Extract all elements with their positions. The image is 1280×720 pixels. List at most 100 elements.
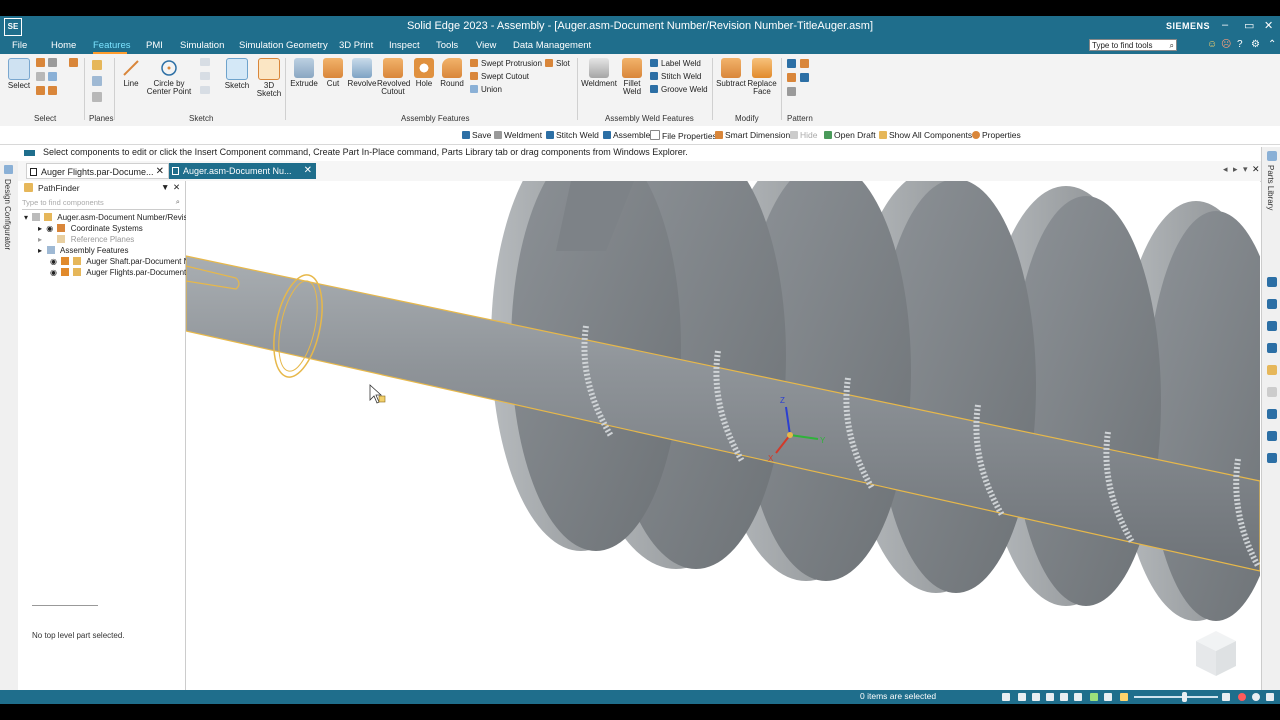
maximize-button[interactable]: ▭ [1244, 19, 1254, 32]
tool-icon-4[interactable] [1267, 343, 1277, 353]
tab-auger-asm[interactable]: Auger.asm-Document Nu... ✕ [169, 163, 316, 179]
tool-search-input[interactable]: Type to find tools ⌕ [1089, 39, 1177, 51]
expand-icon[interactable] [1266, 693, 1274, 701]
cmd-file-properties[interactable]: File Properties [650, 130, 717, 141]
menu-inspect[interactable]: Inspect [389, 40, 420, 51]
quick-pick-icon[interactable] [48, 58, 57, 67]
close-document-icon[interactable]: ✕ [1252, 164, 1260, 175]
label-weld-button[interactable]: Label Weld [650, 59, 701, 68]
shading-icon[interactable] [1090, 693, 1098, 701]
menu-tools[interactable]: Tools [436, 40, 458, 51]
line-button[interactable]: Line [118, 58, 144, 88]
tool-icon-3[interactable] [1267, 321, 1277, 331]
cmd-save[interactable]: Save [462, 130, 491, 140]
revolved-cutout-button[interactable]: Revolved Cutout [377, 58, 410, 96]
zoom-area-icon[interactable] [1018, 693, 1026, 701]
cmd-properties[interactable]: Properties [972, 130, 1021, 140]
zoom-in-icon[interactable] [1222, 693, 1230, 701]
pane-splitter[interactable] [32, 605, 98, 606]
design-configurator-tab[interactable]: Design Configurator [3, 179, 12, 250]
tool-icon-5[interactable] [1267, 365, 1277, 375]
stop-icon[interactable] [1252, 693, 1260, 701]
arc-icon[interactable] [200, 72, 210, 80]
pattern-option-icon[interactable] [787, 87, 796, 96]
menu-simulation[interactable]: Simulation [180, 40, 224, 51]
view-cube[interactable] [1196, 631, 1236, 676]
pathfinder-close-icon[interactable]: ✕ [173, 182, 180, 193]
display-icon[interactable] [1104, 693, 1112, 701]
select-option-icon[interactable] [36, 72, 45, 81]
zoom-icon[interactable] [1032, 693, 1040, 701]
minimize-button[interactable]: – [1222, 19, 1228, 31]
coordinate-system-icon[interactable] [92, 92, 102, 102]
pathfinder-menu-icon[interactable]: ▼ [161, 182, 169, 192]
tree-item-auger-shaft[interactable]: ◉ Auger Shaft.par-Document N [48, 257, 189, 266]
help-icon[interactable]: ? [1237, 39, 1243, 50]
expand-icon[interactable]: ▸ [38, 235, 42, 244]
zoom-slider[interactable] [1134, 696, 1218, 698]
tab-close-icon[interactable]: ✕ [304, 163, 312, 179]
cmd-smart-dimension[interactable]: Smart Dimension [715, 130, 790, 140]
tab-auger-flights[interactable]: Auger Flights.par-Docume... ✕ [26, 163, 169, 179]
tool-icon-8[interactable] [1267, 431, 1277, 441]
collapse-icon[interactable]: ▾ [24, 213, 28, 222]
rotate-icon[interactable] [1060, 693, 1068, 701]
tool-icon-6[interactable] [1267, 387, 1277, 397]
tool-icon-7[interactable] [1267, 409, 1277, 419]
cmd-open-draft[interactable]: Open Draft [824, 130, 876, 140]
tree-item-coordinate-systems[interactable]: ▸ ◉ Coordinate Systems [38, 224, 143, 233]
select-button[interactable]: Select [6, 58, 32, 90]
parts-library-tab[interactable]: Parts Library [1266, 165, 1275, 210]
cmd-hide[interactable]: Hide [790, 130, 817, 140]
select-tools-icon[interactable] [48, 72, 57, 81]
replace-face-button[interactable]: Replace Face [747, 58, 777, 96]
help-icon[interactable] [1267, 299, 1277, 309]
sketch-3d-button[interactable]: 3D Sketch [256, 58, 282, 98]
search-icon[interactable]: ⌕ [176, 197, 180, 207]
close-button[interactable]: ✕ [1264, 19, 1273, 32]
menu-file[interactable]: File [12, 40, 27, 51]
tab-scroll-right-icon[interactable]: ▸ [1233, 164, 1238, 175]
collapse-icon[interactable]: ⌃ [1268, 39, 1276, 50]
revolve-button[interactable]: Revolve [347, 58, 377, 88]
lighting-icon[interactable] [1120, 693, 1128, 701]
select-filter-icon[interactable] [69, 58, 78, 67]
cut-button[interactable]: Cut [320, 58, 346, 88]
menu-3d-print[interactable]: 3D Print [339, 40, 373, 51]
slot-button[interactable]: Slot [545, 59, 570, 68]
tool-icon-9[interactable] [1267, 453, 1277, 463]
frown-icon[interactable]: ☹ [1221, 39, 1231, 50]
round-button[interactable]: Round [438, 58, 466, 88]
tab-close-icon[interactable]: ✕ [156, 164, 164, 180]
swept-cutout-button[interactable]: Swept Cutout [470, 72, 529, 81]
tree-root[interactable]: ▾ Auger.asm-Document Number/Revis [24, 213, 188, 222]
visibility-icon[interactable]: ◉ [46, 224, 53, 233]
tab-scroll-left-icon[interactable]: ◂ [1223, 164, 1228, 175]
fillet-weld-button[interactable]: Fillet Weld [618, 58, 646, 96]
swept-protrusion-button[interactable]: Swept Protrusion [470, 59, 542, 68]
visibility-icon[interactable]: ◉ [50, 268, 57, 277]
menu-pmi[interactable]: PMI [146, 40, 163, 51]
pattern-along-curve-icon[interactable] [800, 59, 809, 68]
menu-home[interactable]: Home [51, 40, 76, 51]
graphics-viewport[interactable]: Z Y X [186, 181, 1260, 690]
subtract-button[interactable]: Subtract [716, 58, 746, 88]
menu-data-management[interactable]: Data Management [513, 40, 591, 51]
pattern-icon[interactable] [787, 59, 796, 68]
auger-model[interactable]: Z Y X [186, 181, 1260, 690]
tree-item-reference-planes[interactable]: ▸ ◉ Reference Planes [38, 235, 134, 244]
tab-list-icon[interactable]: ▾ [1243, 164, 1248, 175]
tree-item-assembly-features[interactable]: ▸ Assembly Features [38, 246, 129, 255]
options-icon[interactable]: ⚙ [1251, 39, 1260, 50]
tool-icon-1[interactable] [1267, 277, 1277, 287]
union-button[interactable]: Union [470, 85, 502, 94]
pan-icon[interactable] [1046, 693, 1054, 701]
menu-view[interactable]: View [476, 40, 496, 51]
expand-icon[interactable]: ▸ [38, 224, 42, 233]
search-icon[interactable]: ⌕ [1170, 40, 1174, 52]
cmd-weldment[interactable]: Weldment [494, 130, 542, 140]
extrude-button[interactable]: Extrude [289, 58, 319, 88]
parts-library-icon[interactable] [1267, 151, 1277, 161]
design-configurator-icon[interactable] [4, 165, 13, 174]
mirror-copy-icon[interactable] [800, 73, 809, 82]
